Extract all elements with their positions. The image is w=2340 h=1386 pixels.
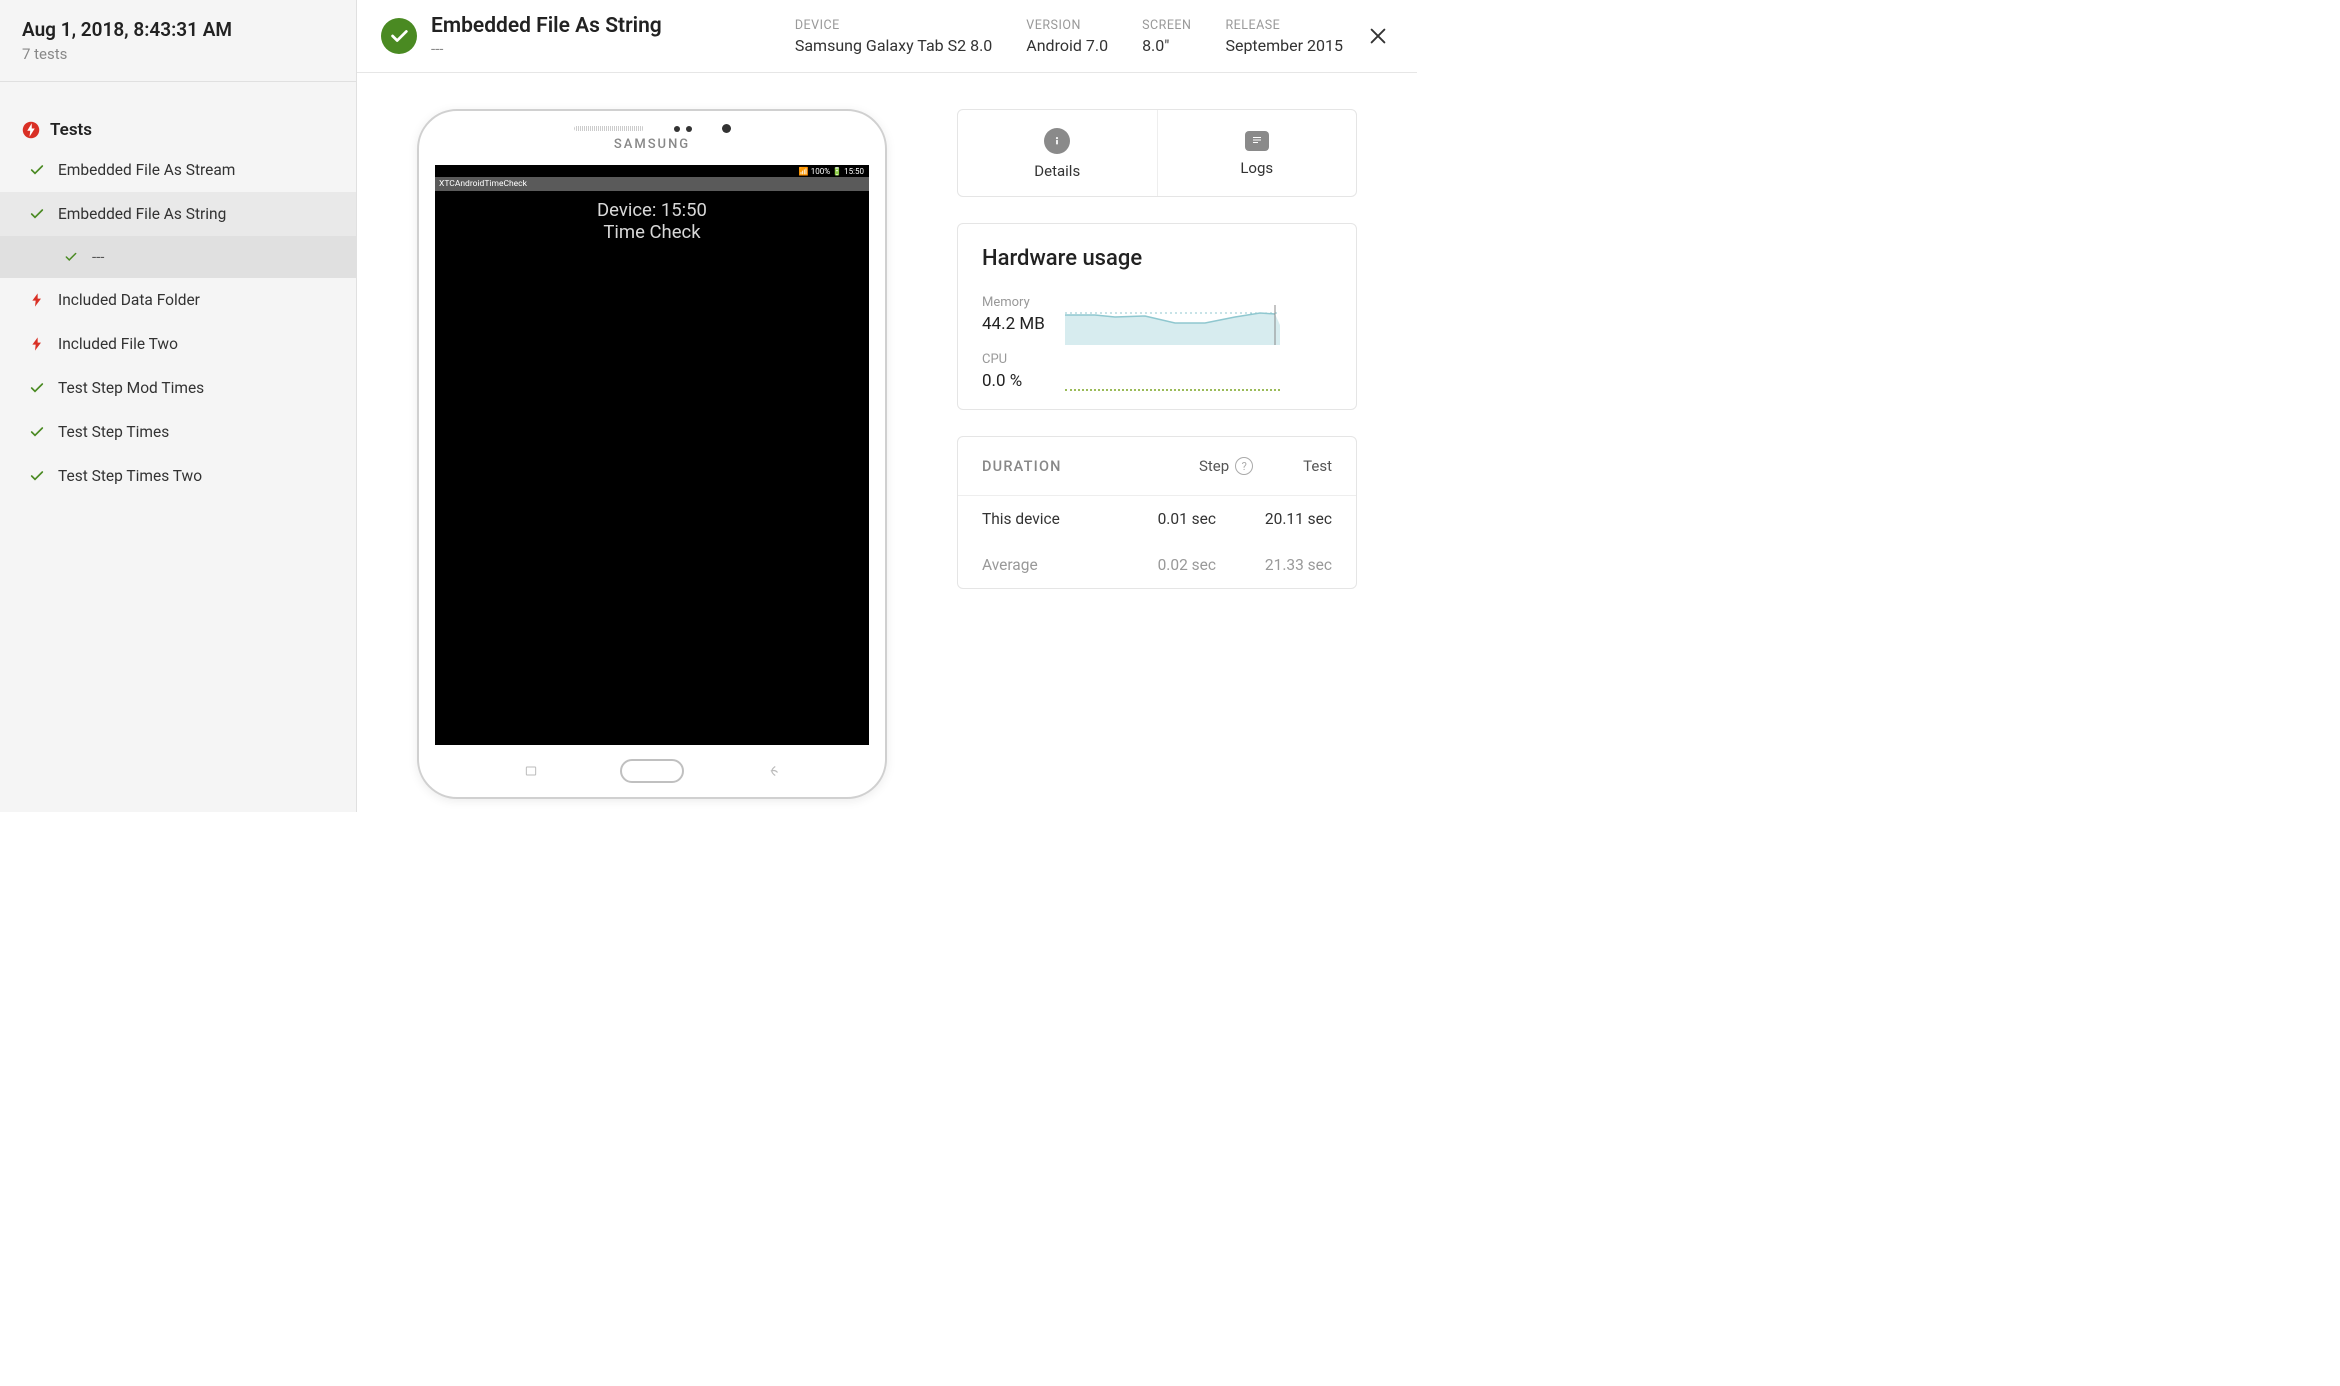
session-timestamp: Aug 1, 2018, 8:43:31 AM [22,18,334,41]
close-icon [1367,25,1389,47]
duration-row-label: This device [982,510,1060,528]
memory-value: 44.2 MB [982,314,1045,334]
device-recent-icon [522,762,540,780]
check-icon [28,467,46,485]
tests-heading-label: Tests [50,120,92,140]
hardware-usage-title: Hardware usage [982,246,1332,271]
cpu-value: 0.0 % [982,371,1045,391]
check-icon [28,379,46,397]
hardware-usage-card: Hardware usage Memory 44.2 MB CPU 0.0 % [957,223,1357,410]
cpu-label: CPU [982,352,1045,367]
test-item-step-times[interactable]: Test Step Times [0,410,356,454]
test-count: 7 tests [22,45,334,63]
duration-row-average: Average 0.02 sec 21.33 sec [958,542,1356,588]
screenshot-line2: Time Check [603,221,700,243]
device-meta: DEVICE Samsung Galaxy Tab S2 8.0 VERSION… [795,18,1343,55]
device-brand: SAMSUNG [614,137,690,152]
check-icon [62,248,80,266]
meta-screen-label: SCREEN [1142,18,1191,33]
tabs-card: Details Logs [957,109,1357,197]
device-sensor-icon [674,126,680,132]
sidebar-item-label: Included Data Folder [58,291,200,309]
main-header: Embedded File As String --- DEVICE Samsu… [357,0,1417,73]
duration-test-value: 21.33 sec [1254,556,1332,574]
meta-version-value: Android 7.0 [1026,36,1108,55]
cpu-sparkline [1065,385,1280,391]
device-screen: 📶 100% 🔋 15:50 XTCAndroidTimeCheck Devic… [435,165,869,745]
duration-step-value: 0.02 sec [1138,556,1216,574]
close-button[interactable] [1363,21,1393,51]
tab-details[interactable]: Details [958,110,1158,196]
tab-logs-label: Logs [1240,159,1273,177]
duration-title: DURATION [982,458,1062,475]
device-home-button [620,759,684,783]
device-sensor-icon [686,126,692,132]
sidebar-item-label: Included File Two [58,335,178,353]
sidebar-item-label: Test Step Times Two [58,467,202,485]
duration-row-label: Average [982,556,1038,574]
duration-step-value: 0.01 sec [1138,510,1216,528]
test-item-included-file-two[interactable]: Included File Two [0,322,356,366]
lightning-icon [22,121,40,139]
lightning-icon [28,291,46,309]
meta-screen-value: 8.0" [1142,36,1191,55]
meta-release-value: September 2015 [1225,36,1343,55]
test-item-embedded-stream[interactable]: Embedded File As Stream [0,148,356,192]
duration-card: DURATION Step ? Test This device 0.01 [957,436,1357,589]
memory-label: Memory [982,295,1045,310]
meta-device-value: Samsung Galaxy Tab S2 8.0 [795,36,992,55]
memory-sparkline [1065,305,1280,345]
screenshot-line1: Device: 15:50 [597,199,707,221]
logs-icon [1245,131,1269,151]
screenshot-statusbar: 📶 100% 🔋 15:50 [435,165,869,177]
meta-device-label: DEVICE [795,18,992,33]
check-icon [28,161,46,179]
device-camera-icon [722,124,731,133]
device-speaker-icon [574,126,644,131]
duration-col-test: Test [1303,457,1332,475]
tab-details-label: Details [1034,162,1080,180]
sidebar: Aug 1, 2018, 8:43:31 AM 7 tests Tests Em… [0,0,357,812]
sidebar-subitem-label: --- [92,248,104,266]
device-back-icon [764,762,782,780]
duration-col-step: Step [1199,457,1229,475]
test-item-included-data-folder[interactable]: Included Data Folder [0,278,356,322]
sidebar-item-label: Embedded File As Stream [58,161,235,179]
sidebar-item-label: Test Step Mod Times [58,379,204,397]
sidebar-header: Aug 1, 2018, 8:43:31 AM 7 tests [0,0,356,82]
help-icon[interactable]: ? [1235,457,1253,475]
info-icon [1044,128,1070,154]
tab-logs[interactable]: Logs [1158,110,1357,196]
page-title: Embedded File As String [431,14,662,38]
device-mockup: SAMSUNG 📶 100% 🔋 15:50 XTCAndroidTimeChe… [417,109,887,799]
test-item-mod-times[interactable]: Test Step Mod Times [0,366,356,410]
test-item-step-times-two[interactable]: Test Step Times Two [0,454,356,498]
main: Embedded File As String --- DEVICE Samsu… [357,0,1417,812]
meta-release-label: RELEASE [1225,18,1343,33]
test-subitem[interactable]: --- [0,236,356,278]
tests-heading: Tests [0,112,356,148]
status-passed-icon [381,18,417,54]
duration-test-value: 20.11 sec [1254,510,1332,528]
sidebar-item-label: Embedded File As String [58,205,226,223]
lightning-icon [28,335,46,353]
page-subtitle: --- [431,40,662,58]
meta-version-label: VERSION [1026,18,1108,33]
check-icon [28,205,46,223]
screenshot-appbar: XTCAndroidTimeCheck [435,177,869,191]
test-item-embedded-string[interactable]: Embedded File As String [0,192,356,236]
check-icon [28,423,46,441]
sidebar-item-label: Test Step Times [58,423,169,441]
duration-row-this-device: This device 0.01 sec 20.11 sec [958,496,1356,542]
